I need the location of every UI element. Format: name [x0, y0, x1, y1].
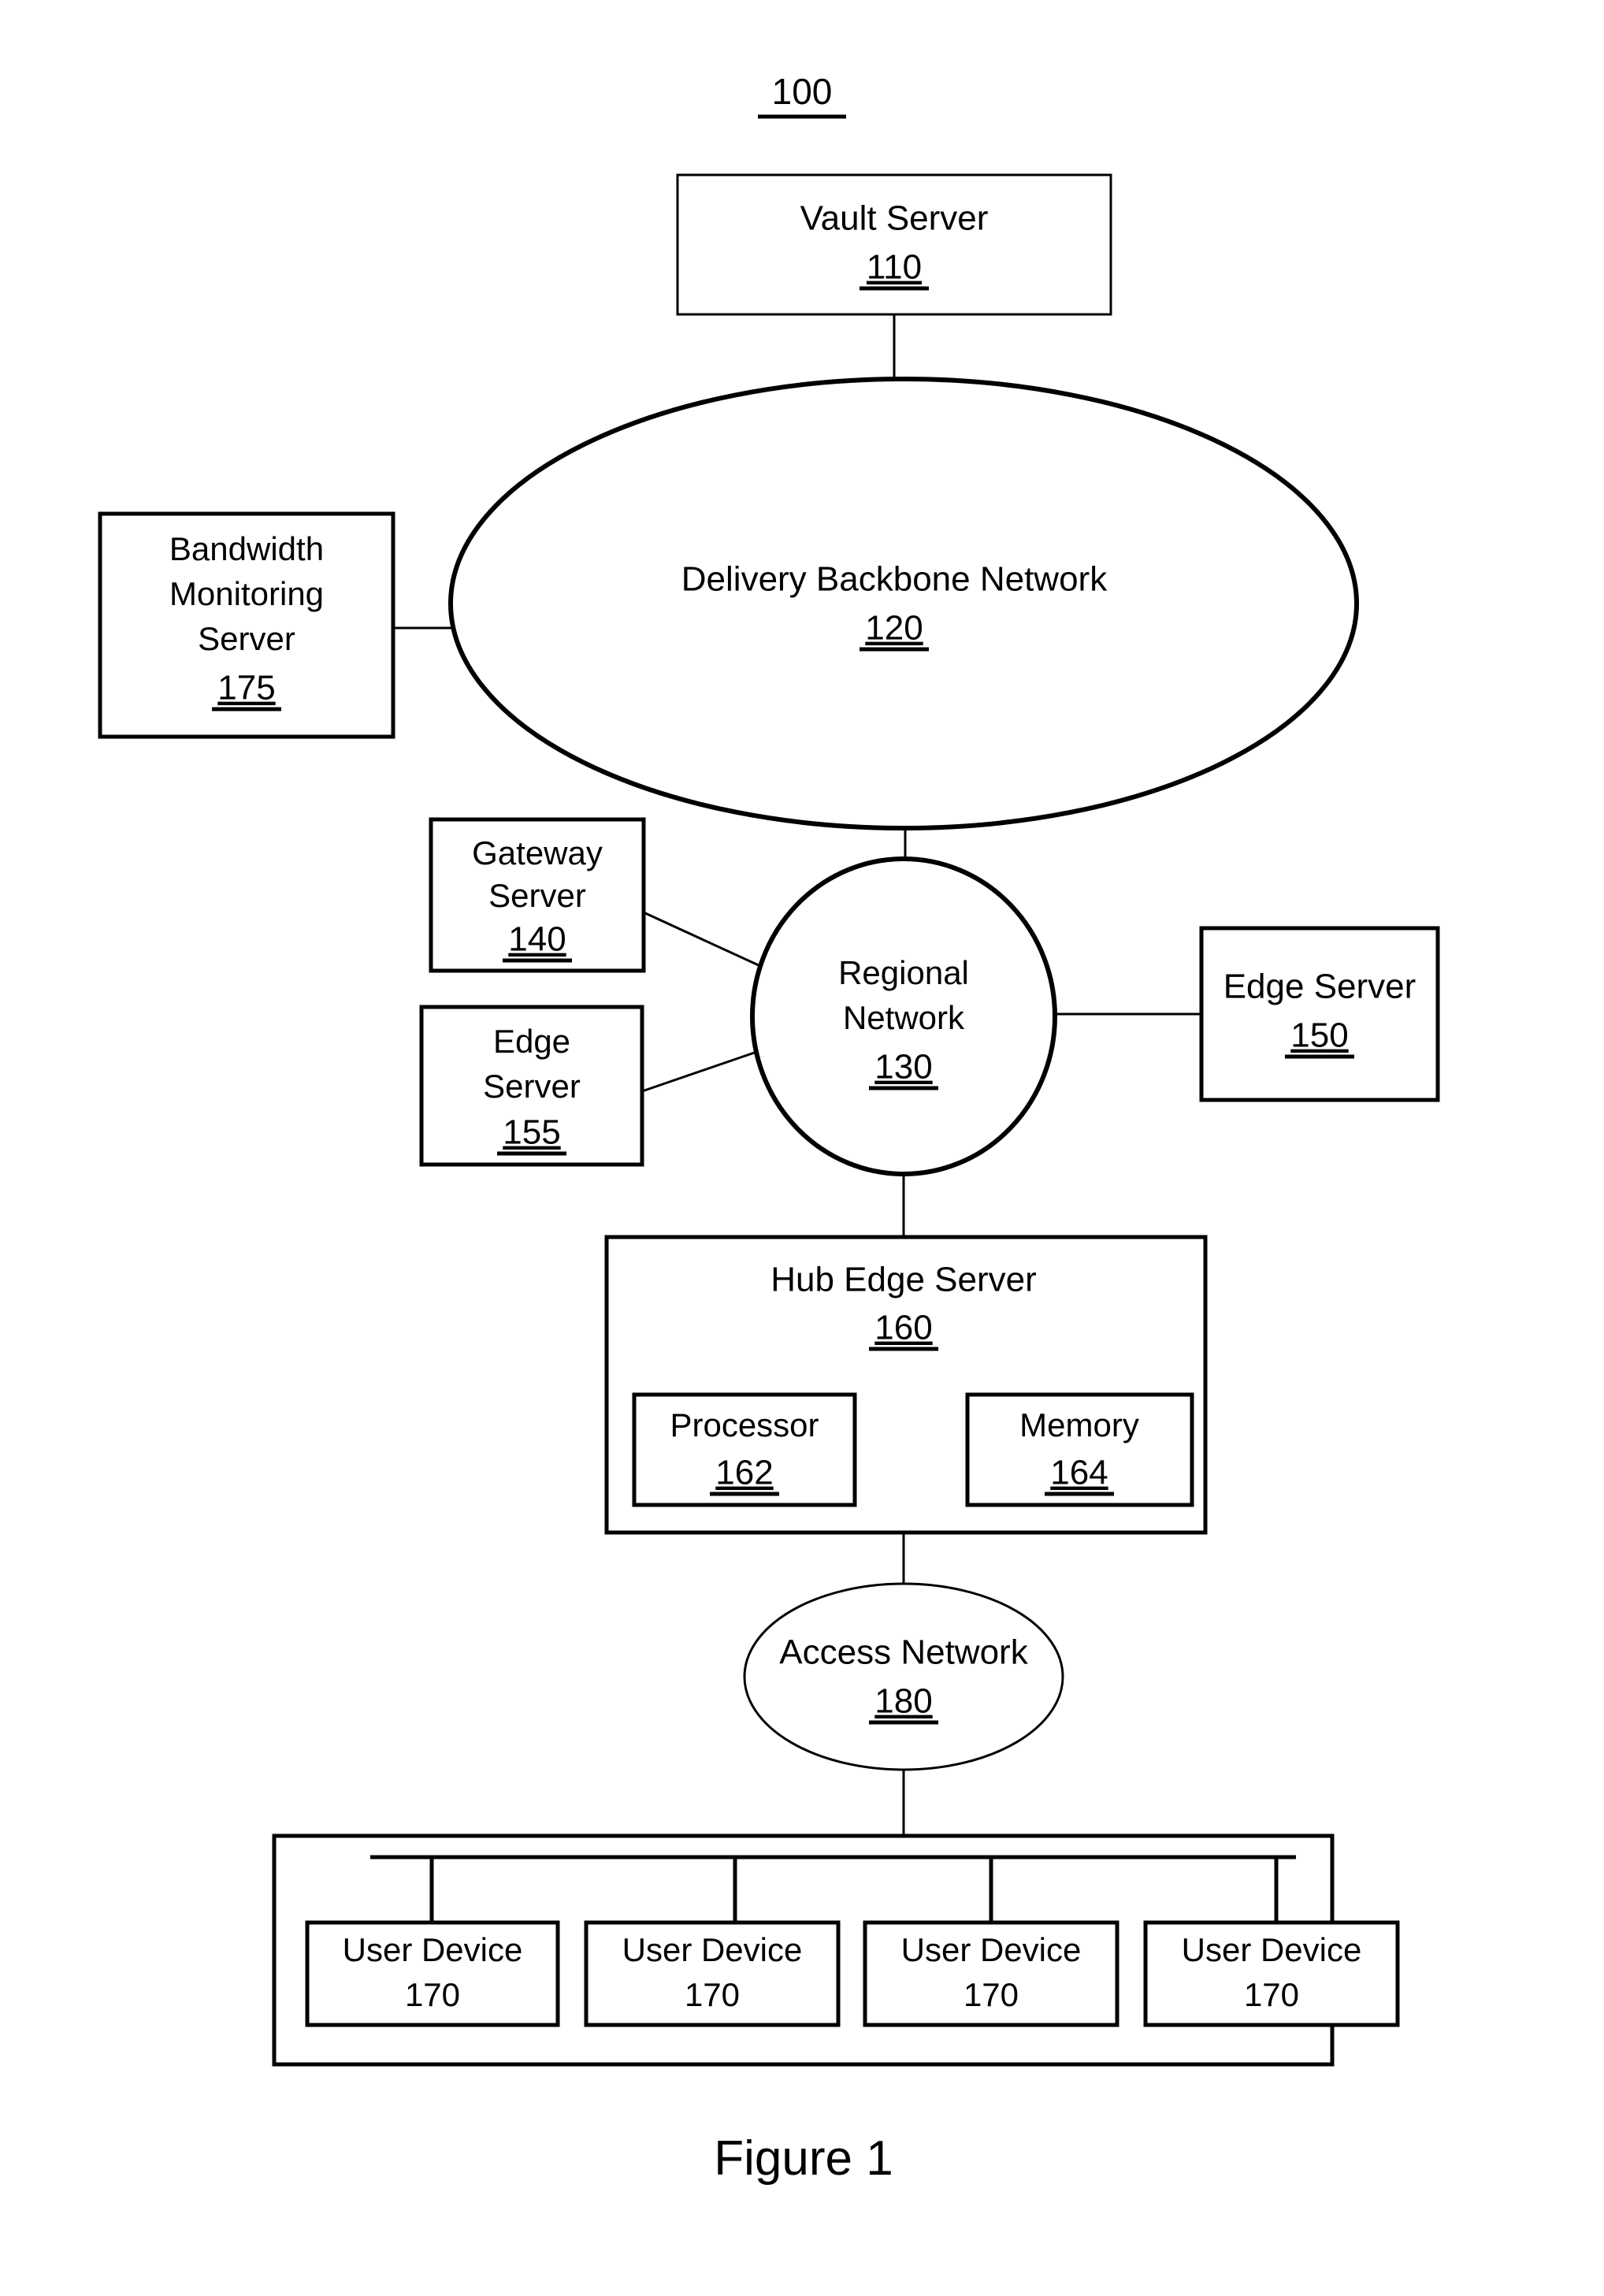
memory-ref: 164	[1050, 1454, 1108, 1492]
delivery-backbone-ellipse[interactable]	[448, 377, 1359, 830]
access-network-ref: 180	[874, 1682, 932, 1721]
system-reference-100: 100	[758, 71, 846, 119]
node-user-device-4[interactable]: User Device 170	[1143, 1920, 1400, 2027]
regional-network-ref: 130	[874, 1048, 932, 1087]
gateway-server-label-line2: Server	[488, 877, 586, 914]
access-network-ellipse[interactable]	[743, 1582, 1064, 1771]
regional-network-label-line1: Regional	[838, 954, 969, 991]
edge-server-150-label: Edge Server	[1223, 968, 1416, 1006]
delivery-backbone-label: Delivery Backbone Network	[681, 560, 1108, 599]
processor-ref: 162	[715, 1454, 773, 1492]
gateway-server-label-line1: Gateway	[472, 834, 603, 871]
regional-network-label-line2: Network	[843, 999, 965, 1036]
user-device-group: User Device 170 User Device 170 User Dev…	[272, 1833, 1400, 2067]
bandwidth-monitoring-label-line1: Bandwidth	[169, 530, 324, 567]
node-memory[interactable]: Memory 164	[965, 1392, 1194, 1507]
user-device-2-ref: 170	[685, 1976, 740, 2013]
node-gateway-server[interactable]: Gateway Server 140	[429, 817, 646, 973]
connector-edge155-to-regional	[641, 1046, 769, 1093]
node-hub-edge-server[interactable]: Hub Edge Server 160 Processor 162 Memory…	[604, 1235, 1208, 1535]
patent-figure-page: 100 Vault Server 110 Delivery Backbone N…	[0, 0, 1604, 2296]
connector-gateway-to-regional	[643, 911, 771, 972]
vault-server-ref: 110	[867, 248, 922, 287]
figure-canvas: 100 Vault Server 110 Delivery Backbone N…	[98, 71, 1440, 2186]
node-edge-server-155[interactable]: Edge Server 155	[419, 1005, 644, 1167]
user-device-1-label: User Device	[343, 1931, 523, 1968]
processor-label: Processor	[670, 1406, 819, 1443]
access-network-label: Access Network	[779, 1633, 1028, 1672]
node-delivery-backbone-network[interactable]: Delivery Backbone Network 120	[448, 377, 1359, 830]
node-processor[interactable]: Processor 162	[632, 1392, 857, 1507]
figure-caption: Figure 1	[714, 2131, 893, 2186]
delivery-backbone-ref: 120	[865, 609, 923, 648]
node-user-device-3[interactable]: User Device 170	[863, 1920, 1119, 2027]
node-regional-network[interactable]: Regional Network 130	[750, 856, 1057, 1176]
node-vault-server[interactable]: Vault Server 110	[676, 173, 1112, 316]
bandwidth-monitoring-label-line2: Monitoring	[169, 575, 324, 612]
node-user-device-1[interactable]: User Device 170	[305, 1920, 560, 2027]
hub-edge-server-label: Hub Edge Server	[770, 1261, 1037, 1299]
bandwidth-monitoring-label-line3: Server	[198, 620, 295, 657]
user-device-3-ref: 170	[964, 1976, 1019, 2013]
edge-server-150-box[interactable]	[1199, 926, 1440, 1102]
edge-server-155-ref: 155	[503, 1113, 560, 1152]
node-edge-server-150[interactable]: Edge Server 150	[1199, 926, 1440, 1102]
node-bandwidth-monitoring-server[interactable]: Bandwidth Monitoring Server 175	[98, 511, 395, 739]
vault-server-box[interactable]	[676, 173, 1112, 316]
memory-label: Memory	[1019, 1406, 1139, 1443]
hub-edge-server-ref: 160	[874, 1309, 932, 1347]
user-device-2-label: User Device	[622, 1931, 803, 1968]
user-device-3-label: User Device	[901, 1931, 1082, 1968]
user-device-4-ref: 170	[1244, 1976, 1299, 2013]
system-ref-text: 100	[772, 71, 833, 112]
node-access-network[interactable]: Access Network 180	[743, 1582, 1064, 1771]
user-device-4-label: User Device	[1182, 1931, 1362, 1968]
user-device-1-ref: 170	[405, 1976, 460, 2013]
vault-server-label: Vault Server	[800, 199, 989, 238]
edge-server-150-ref: 150	[1290, 1016, 1348, 1055]
edge-server-155-label-line1: Edge	[493, 1023, 570, 1060]
edge-server-155-label-line2: Server	[483, 1068, 581, 1105]
bandwidth-monitoring-ref: 175	[217, 669, 275, 708]
gateway-server-ref: 140	[508, 920, 566, 959]
node-user-device-2[interactable]: User Device 170	[584, 1920, 841, 2027]
